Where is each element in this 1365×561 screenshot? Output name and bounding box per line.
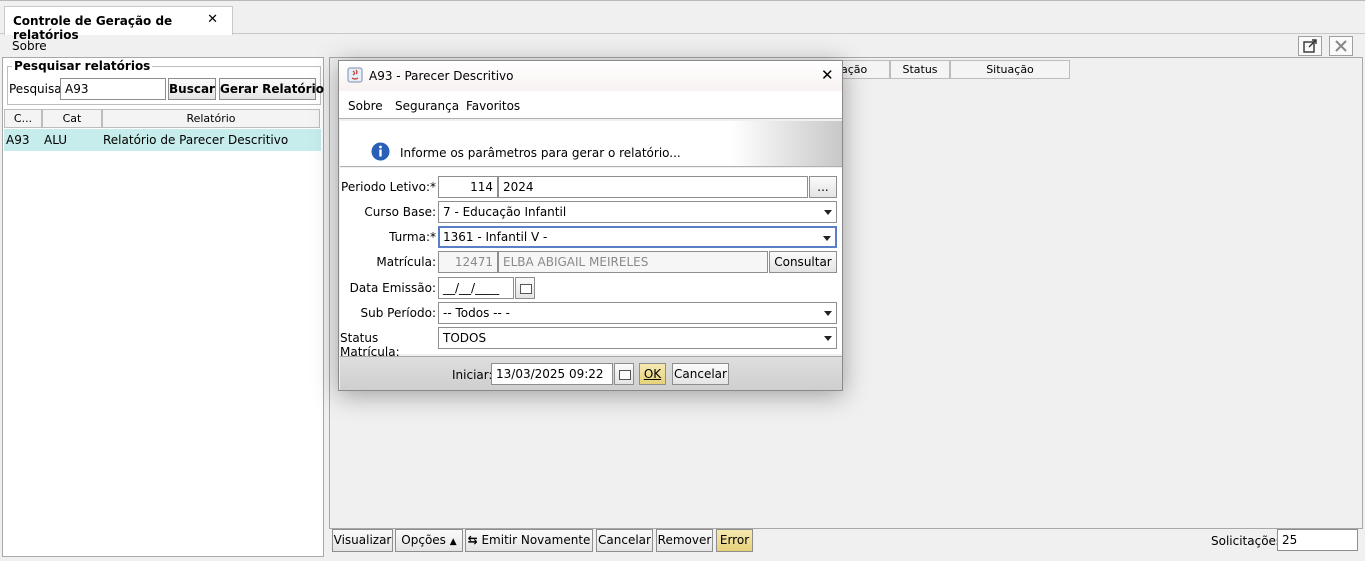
- gerar-relatorio-button[interactable]: Gerar Relatório: [219, 78, 324, 100]
- col-header-status[interactable]: Status: [890, 60, 950, 79]
- info-band: Informe os parâmetros para gerar o relat…: [340, 121, 842, 167]
- info-text: Informe os parâmetros para gerar o relat…: [400, 146, 681, 160]
- search-label: Pesquisa:: [9, 82, 66, 96]
- dialog-form: Periodo Letivo:* 114 2024 ... Curso Base…: [340, 168, 842, 359]
- calendar-icon[interactable]: [614, 363, 634, 385]
- chevron-down-icon: [824, 210, 832, 215]
- solicitacoes-label: Solicitações:: [1211, 534, 1287, 548]
- chevron-down-icon: [824, 336, 832, 341]
- row-relatorio: Relatório de Parecer Descritivo: [103, 133, 289, 147]
- left-panel: Pesquisar relatórios Pesquisa: A93 Busca…: [2, 57, 324, 557]
- turma-value: 1361 - Infantil V -: [443, 230, 548, 244]
- popout-icon[interactable]: [1298, 36, 1322, 56]
- ok-button[interactable]: OK: [639, 363, 666, 385]
- search-input[interactable]: A93: [60, 78, 166, 100]
- status-matricula-label: Status Matrícula:: [340, 331, 400, 359]
- col-header-situacao[interactable]: Situação: [950, 60, 1070, 79]
- chevron-up-icon: ▲: [449, 537, 457, 547]
- visualizar-button[interactable]: Visualizar: [332, 529, 393, 552]
- opcoes-label: Opções: [401, 533, 446, 547]
- col-header-cat[interactable]: Cat: [42, 109, 102, 128]
- dialog-titlebar[interactable]: A93 - Parecer Descritivo ✕: [339, 61, 842, 91]
- opcoes-button[interactable]: Opções ▲: [395, 529, 463, 552]
- buscar-button[interactable]: Buscar: [168, 78, 216, 100]
- turma-select[interactable]: 1361 - Infantil V -: [438, 226, 837, 248]
- matricula-code-input: 12471: [438, 251, 498, 273]
- data-emissao-label: Data Emissão:: [349, 281, 436, 295]
- parecer-dialog: A93 - Parecer Descritivo ✕ Sobre Seguran…: [338, 60, 843, 391]
- swap-icon: ⇆: [467, 533, 478, 547]
- search-legend: Pesquisar relatórios: [14, 59, 151, 73]
- solicitacoes-input[interactable]: 25: [1277, 529, 1358, 551]
- chevron-down-icon: [824, 311, 832, 316]
- dialog-menu-favoritos[interactable]: Favoritos: [466, 99, 520, 113]
- subperiodo-value: -- Todos -- -: [443, 306, 510, 320]
- iniciar-label: Iniciar:: [452, 368, 493, 382]
- dialog-title: A93 - Parecer Descritivo: [369, 69, 514, 83]
- curso-select[interactable]: 7 - Educação Infantil: [438, 201, 837, 223]
- emitir-novamente-button[interactable]: ⇆ Emitir Novamente: [465, 529, 593, 552]
- dialog-menu-seguranca[interactable]: Segurança: [395, 99, 459, 113]
- subperiodo-select[interactable]: -- Todos -- -: [438, 302, 837, 324]
- iniciar-input[interactable]: 13/03/2025 09:22: [491, 363, 613, 385]
- remover-button[interactable]: Remover: [656, 529, 713, 552]
- menu-sobre[interactable]: Sobre: [12, 39, 47, 53]
- periodo-code-input[interactable]: 114: [438, 176, 498, 198]
- dialog-menu-sobre[interactable]: Sobre: [348, 99, 383, 113]
- turma-label: Turma:*: [389, 230, 436, 244]
- curso-value: 7 - Educação Infantil: [443, 205, 567, 219]
- row-code: A93: [6, 133, 30, 147]
- curso-label: Curso Base:: [364, 205, 436, 219]
- col-header-relatorio[interactable]: Relatório: [102, 109, 320, 128]
- dialog-footer: Iniciar: 13/03/2025 09:22 OK Cancelar: [340, 356, 842, 390]
- tab-controle-geracao[interactable]: Controle de Geração de relatórios ✕: [4, 6, 233, 42]
- java-icon: [347, 67, 363, 83]
- status-matricula-value: TODOS: [443, 331, 487, 345]
- emitir-label: Emitir Novamente: [481, 533, 591, 547]
- info-icon: [371, 142, 390, 161]
- calendar-icon[interactable]: [515, 277, 535, 299]
- menu-bar: Sobre: [0, 35, 1365, 57]
- status-matricula-select[interactable]: TODOS: [438, 327, 837, 349]
- periodo-lookup-button[interactable]: ...: [809, 176, 837, 198]
- periodo-label: Periodo Letivo:*: [341, 180, 436, 194]
- tab-close-icon[interactable]: ✕: [207, 12, 218, 27]
- error-button[interactable]: Error: [716, 529, 753, 552]
- chevron-down-icon: [823, 236, 831, 241]
- cancelar-button[interactable]: Cancelar: [596, 529, 653, 552]
- matricula-label: Matrícula:: [376, 255, 436, 269]
- consultar-button[interactable]: Consultar: [769, 251, 837, 273]
- data-emissao-input[interactable]: __/__/____: [438, 277, 514, 299]
- table-row[interactable]: A93 ALU Relatório de Parecer Descritivo: [4, 129, 321, 151]
- subperiodo-label: Sub Período:: [360, 306, 436, 320]
- matricula-name-input: ELBA ABIGAIL MEIRELES: [498, 251, 768, 273]
- close-window-icon[interactable]: [1329, 36, 1353, 56]
- col-header-codigo[interactable]: C...: [4, 109, 42, 128]
- row-cat: ALU: [44, 133, 68, 147]
- dialog-menu: Sobre Segurança Favoritos: [339, 91, 842, 119]
- dialog-close-icon[interactable]: ✕: [821, 66, 834, 84]
- periodo-value-input[interactable]: 2024: [498, 176, 808, 198]
- cancelar-dialog-button[interactable]: Cancelar: [672, 363, 729, 385]
